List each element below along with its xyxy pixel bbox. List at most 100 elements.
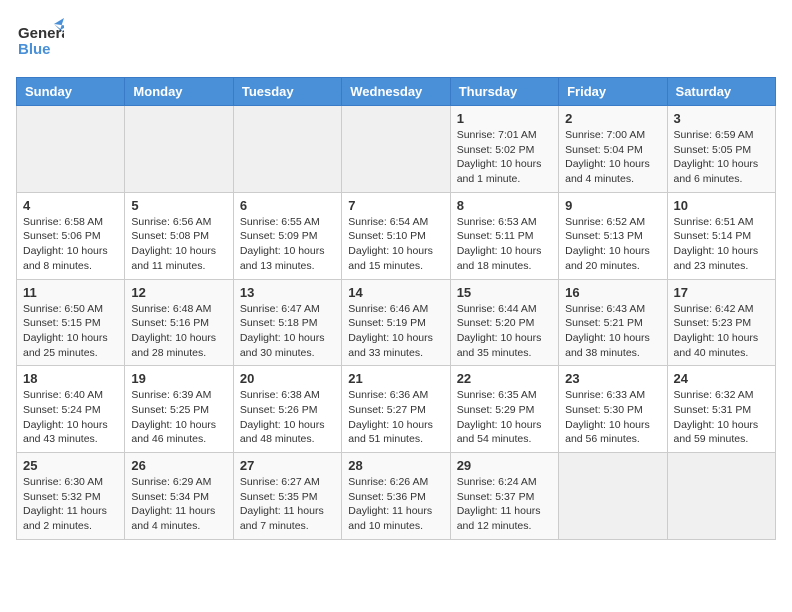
- day-number: 24: [674, 371, 769, 386]
- day-info: Sunrise: 6:48 AMSunset: 5:16 PMDaylight:…: [131, 302, 226, 361]
- day-info: Sunrise: 6:43 AMSunset: 5:21 PMDaylight:…: [565, 302, 660, 361]
- calendar-week-4: 18 Sunrise: 6:40 AMSunset: 5:24 PMDayligh…: [17, 366, 776, 453]
- weekday-header-saturday: Saturday: [667, 78, 775, 106]
- weekday-header-thursday: Thursday: [450, 78, 558, 106]
- day-number: 21: [348, 371, 443, 386]
- day-number: 4: [23, 198, 118, 213]
- calendar-cell: 26Sunrise: 6:29 AMSunset: 5:34 PMDayligh…: [125, 453, 233, 540]
- weekday-header-row: SundayMondayTuesdayWednesdayThursdayFrid…: [17, 78, 776, 106]
- day-info: Sunrise: 6:29 AMSunset: 5:34 PMDaylight:…: [131, 475, 226, 534]
- calendar-cell: 18 Sunrise: 6:40 AMSunset: 5:24 PMDayligh…: [17, 366, 125, 453]
- day-number: 15: [457, 285, 552, 300]
- day-info: Sunrise: 6:38 AMSunset: 5:26 PMDaylight:…: [240, 388, 335, 447]
- calendar-cell: 20 Sunrise: 6:38 AMSunset: 5:26 PMDayligh…: [233, 366, 341, 453]
- calendar-cell: [125, 106, 233, 193]
- calendar-cell: 2 Sunrise: 7:00 AMSunset: 5:04 PMDaylight…: [559, 106, 667, 193]
- calendar-cell: 22 Sunrise: 6:35 AMSunset: 5:29 PMDayligh…: [450, 366, 558, 453]
- calendar-cell: 14Sunrise: 6:46 AMSunset: 5:19 PMDayligh…: [342, 279, 450, 366]
- calendar-cell: 27 Sunrise: 6:27 AMSunset: 5:35 PMDayligh…: [233, 453, 341, 540]
- day-number: 6: [240, 198, 335, 213]
- weekday-header-wednesday: Wednesday: [342, 78, 450, 106]
- day-info: Sunrise: 6:24 AMSunset: 5:37 PMDaylight:…: [457, 475, 552, 534]
- calendar-cell: 5Sunrise: 6:56 AMSunset: 5:08 PMDaylight…: [125, 192, 233, 279]
- calendar-table: SundayMondayTuesdayWednesdayThursdayFrid…: [16, 77, 776, 540]
- calendar-cell: 10 Sunrise: 6:51 AMSunset: 5:14 PMDayligh…: [667, 192, 775, 279]
- day-info: Sunrise: 7:01 AMSunset: 5:02 PMDaylight:…: [457, 128, 552, 187]
- day-number: 12: [131, 285, 226, 300]
- day-number: 10: [674, 198, 769, 213]
- svg-text:General: General: [18, 25, 64, 42]
- calendar-cell: [17, 106, 125, 193]
- calendar-cell: 21 Sunrise: 6:36 AMSunset: 5:27 PMDayligh…: [342, 366, 450, 453]
- logo-icon: General Blue: [16, 16, 64, 69]
- calendar-cell: [559, 453, 667, 540]
- calendar-cell: 25 Sunrise: 6:30 AMSunset: 5:32 PMDayligh…: [17, 453, 125, 540]
- day-info: Sunrise: 6:59 AMSunset: 5:05 PMDaylight:…: [674, 128, 769, 187]
- calendar-cell: 28 Sunrise: 6:26 AMSunset: 5:36 PMDayligh…: [342, 453, 450, 540]
- day-info: Sunrise: 6:39 AMSunset: 5:25 PMDaylight:…: [131, 388, 226, 447]
- day-number: 2: [565, 111, 660, 126]
- calendar-week-1: 1 Sunrise: 7:01 AMSunset: 5:02 PMDaylight…: [17, 106, 776, 193]
- calendar-cell: 1 Sunrise: 7:01 AMSunset: 5:02 PMDaylight…: [450, 106, 558, 193]
- day-info: Sunrise: 6:53 AMSunset: 5:11 PMDaylight:…: [457, 215, 552, 274]
- day-number: 13: [240, 285, 335, 300]
- calendar-cell: [667, 453, 775, 540]
- day-number: 22: [457, 371, 552, 386]
- day-info: Sunrise: 6:42 AMSunset: 5:23 PMDaylight:…: [674, 302, 769, 361]
- day-number: 11: [23, 285, 118, 300]
- day-info: Sunrise: 6:55 AMSunset: 5:09 PMDaylight:…: [240, 215, 335, 274]
- calendar-cell: 13 Sunrise: 6:47 AMSunset: 5:18 PMDayligh…: [233, 279, 341, 366]
- calendar-cell: 16 Sunrise: 6:43 AMSunset: 5:21 PMDayligh…: [559, 279, 667, 366]
- calendar-cell: 7 Sunrise: 6:54 AMSunset: 5:10 PMDaylight…: [342, 192, 450, 279]
- day-info: Sunrise: 6:47 AMSunset: 5:18 PMDaylight:…: [240, 302, 335, 361]
- day-info: Sunrise: 6:36 AMSunset: 5:27 PMDaylight:…: [348, 388, 443, 447]
- day-info: Sunrise: 6:52 AMSunset: 5:13 PMDaylight:…: [565, 215, 660, 274]
- svg-text:Blue: Blue: [18, 41, 51, 58]
- calendar-cell: 19 Sunrise: 6:39 AMSunset: 5:25 PMDayligh…: [125, 366, 233, 453]
- day-info: Sunrise: 6:27 AMSunset: 5:35 PMDaylight:…: [240, 475, 335, 534]
- calendar-cell: [342, 106, 450, 193]
- day-info: Sunrise: 6:50 AMSunset: 5:15 PMDaylight:…: [23, 302, 118, 361]
- logo: General Blue: [16, 16, 64, 69]
- day-info: Sunrise: 6:32 AMSunset: 5:31 PMDaylight:…: [674, 388, 769, 447]
- day-number: 28: [348, 458, 443, 473]
- weekday-header-sunday: Sunday: [17, 78, 125, 106]
- calendar-week-2: 4 Sunrise: 6:58 AMSunset: 5:06 PMDaylight…: [17, 192, 776, 279]
- calendar-cell: 12 Sunrise: 6:48 AMSunset: 5:16 PMDayligh…: [125, 279, 233, 366]
- day-number: 27: [240, 458, 335, 473]
- day-info: Sunrise: 6:35 AMSunset: 5:29 PMDaylight:…: [457, 388, 552, 447]
- day-info: Sunrise: 6:33 AMSunset: 5:30 PMDaylight:…: [565, 388, 660, 447]
- day-number: 25: [23, 458, 118, 473]
- day-number: 5: [131, 198, 226, 213]
- day-info: Sunrise: 6:30 AMSunset: 5:32 PMDaylight:…: [23, 475, 118, 534]
- day-number: 17: [674, 285, 769, 300]
- day-number: 7: [348, 198, 443, 213]
- day-info: Sunrise: 6:40 AMSunset: 5:24 PMDaylight:…: [23, 388, 118, 447]
- day-info: Sunrise: 7:00 AMSunset: 5:04 PMDaylight:…: [565, 128, 660, 187]
- day-info: Sunrise: 6:44 AMSunset: 5:20 PMDaylight:…: [457, 302, 552, 361]
- day-number: 9: [565, 198, 660, 213]
- calendar-cell: 6 Sunrise: 6:55 AMSunset: 5:09 PMDaylight…: [233, 192, 341, 279]
- day-number: 3: [674, 111, 769, 126]
- page-header: General Blue: [16, 16, 776, 69]
- calendar-week-5: 25 Sunrise: 6:30 AMSunset: 5:32 PMDayligh…: [17, 453, 776, 540]
- weekday-header-friday: Friday: [559, 78, 667, 106]
- calendar-cell: 11 Sunrise: 6:50 AMSunset: 5:15 PMDayligh…: [17, 279, 125, 366]
- day-number: 19: [131, 371, 226, 386]
- calendar-cell: 17 Sunrise: 6:42 AMSunset: 5:23 PMDayligh…: [667, 279, 775, 366]
- day-number: 18: [23, 371, 118, 386]
- day-number: 20: [240, 371, 335, 386]
- day-info: Sunrise: 6:26 AMSunset: 5:36 PMDaylight:…: [348, 475, 443, 534]
- calendar-week-3: 11 Sunrise: 6:50 AMSunset: 5:15 PMDayligh…: [17, 279, 776, 366]
- weekday-header-tuesday: Tuesday: [233, 78, 341, 106]
- day-number: 1: [457, 111, 552, 126]
- day-info: Sunrise: 6:58 AMSunset: 5:06 PMDaylight:…: [23, 215, 118, 274]
- day-number: 23: [565, 371, 660, 386]
- day-info: Sunrise: 6:54 AMSunset: 5:10 PMDaylight:…: [348, 215, 443, 274]
- weekday-header-monday: Monday: [125, 78, 233, 106]
- day-number: 8: [457, 198, 552, 213]
- day-number: 14: [348, 285, 443, 300]
- day-number: 16: [565, 285, 660, 300]
- calendar-cell: 24 Sunrise: 6:32 AMSunset: 5:31 PMDayligh…: [667, 366, 775, 453]
- day-info: Sunrise: 6:51 AMSunset: 5:14 PMDaylight:…: [674, 215, 769, 274]
